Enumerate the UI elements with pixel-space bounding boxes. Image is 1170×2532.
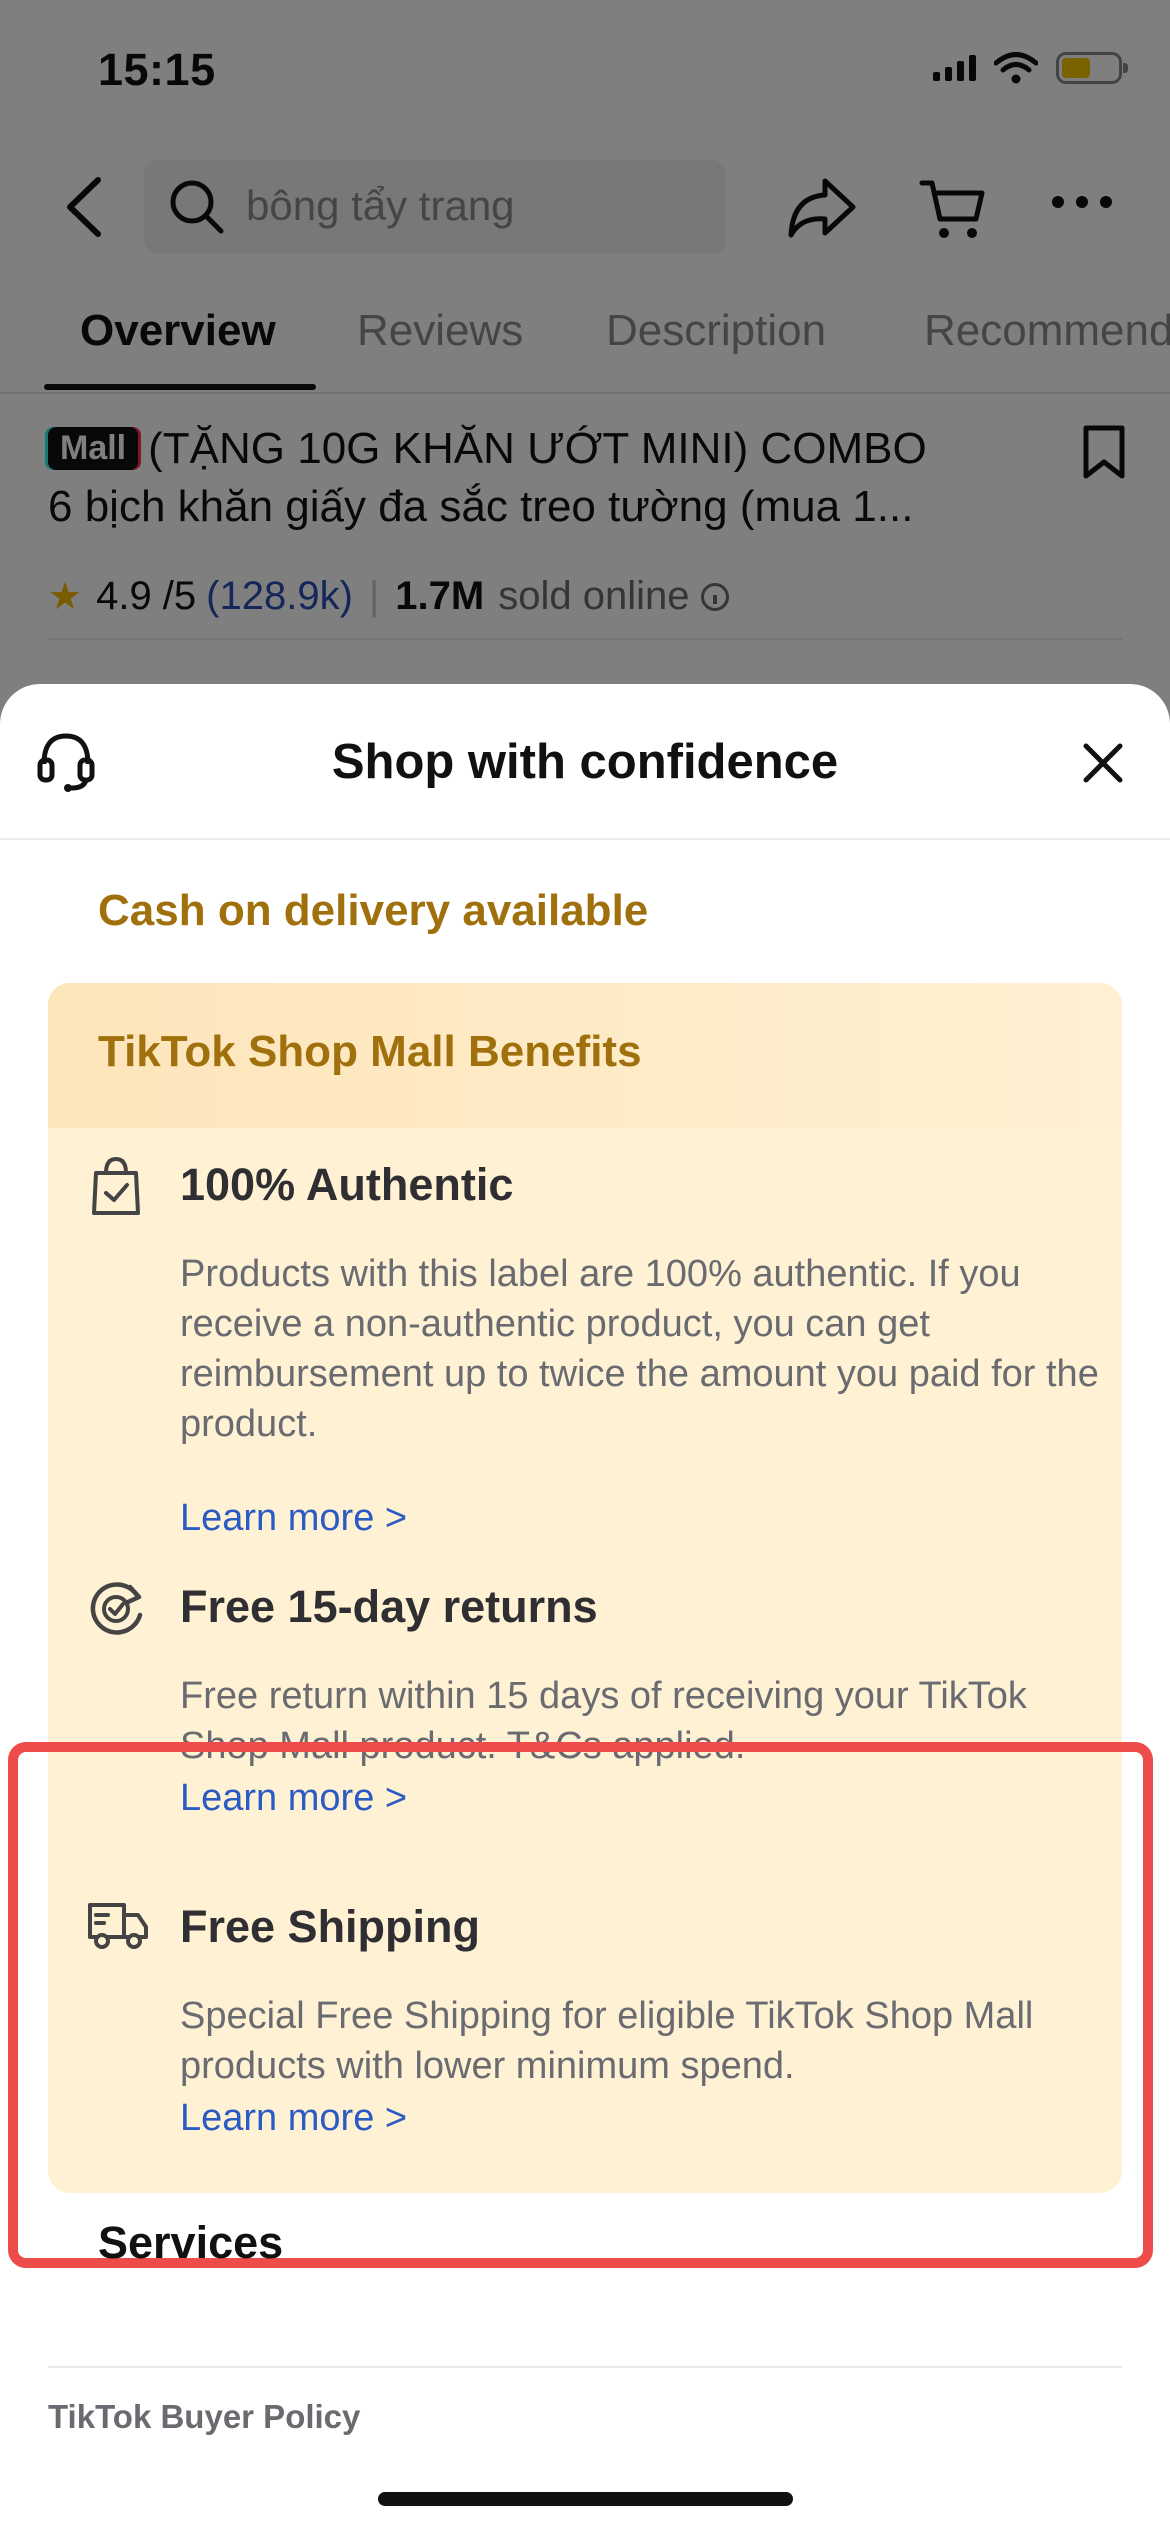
return-check-icon (90, 1582, 143, 1635)
sheet-header: Shop with confidence (0, 684, 1170, 840)
services-title: Services (98, 2217, 284, 2268)
shopping-bag-check-icon (92, 1156, 140, 1215)
learn-more-link[interactable]: Learn more > (180, 1497, 407, 1540)
home-indicator[interactable] (378, 2492, 793, 2506)
highlight-annotation-box (8, 1742, 1153, 2268)
close-icon[interactable] (1078, 738, 1128, 788)
divider (48, 2366, 1122, 2368)
benefit-title: 100% Authentic (180, 1159, 514, 1210)
benefit-description: Products with this label are 100% authen… (180, 1253, 1099, 1445)
buyer-policy-link[interactable]: TikTok Buyer Policy (48, 2398, 360, 2436)
benefit-title: Free 15-day returns (180, 1581, 598, 1632)
shop-with-confidence-sheet: Shop with confidence Cash on delivery av… (0, 684, 1170, 2532)
sheet-title: Shop with confidence (331, 735, 839, 789)
cash-on-delivery-label: Cash on delivery available (98, 886, 649, 935)
mall-benefits-title: TikTok Shop Mall Benefits (98, 1027, 642, 1076)
